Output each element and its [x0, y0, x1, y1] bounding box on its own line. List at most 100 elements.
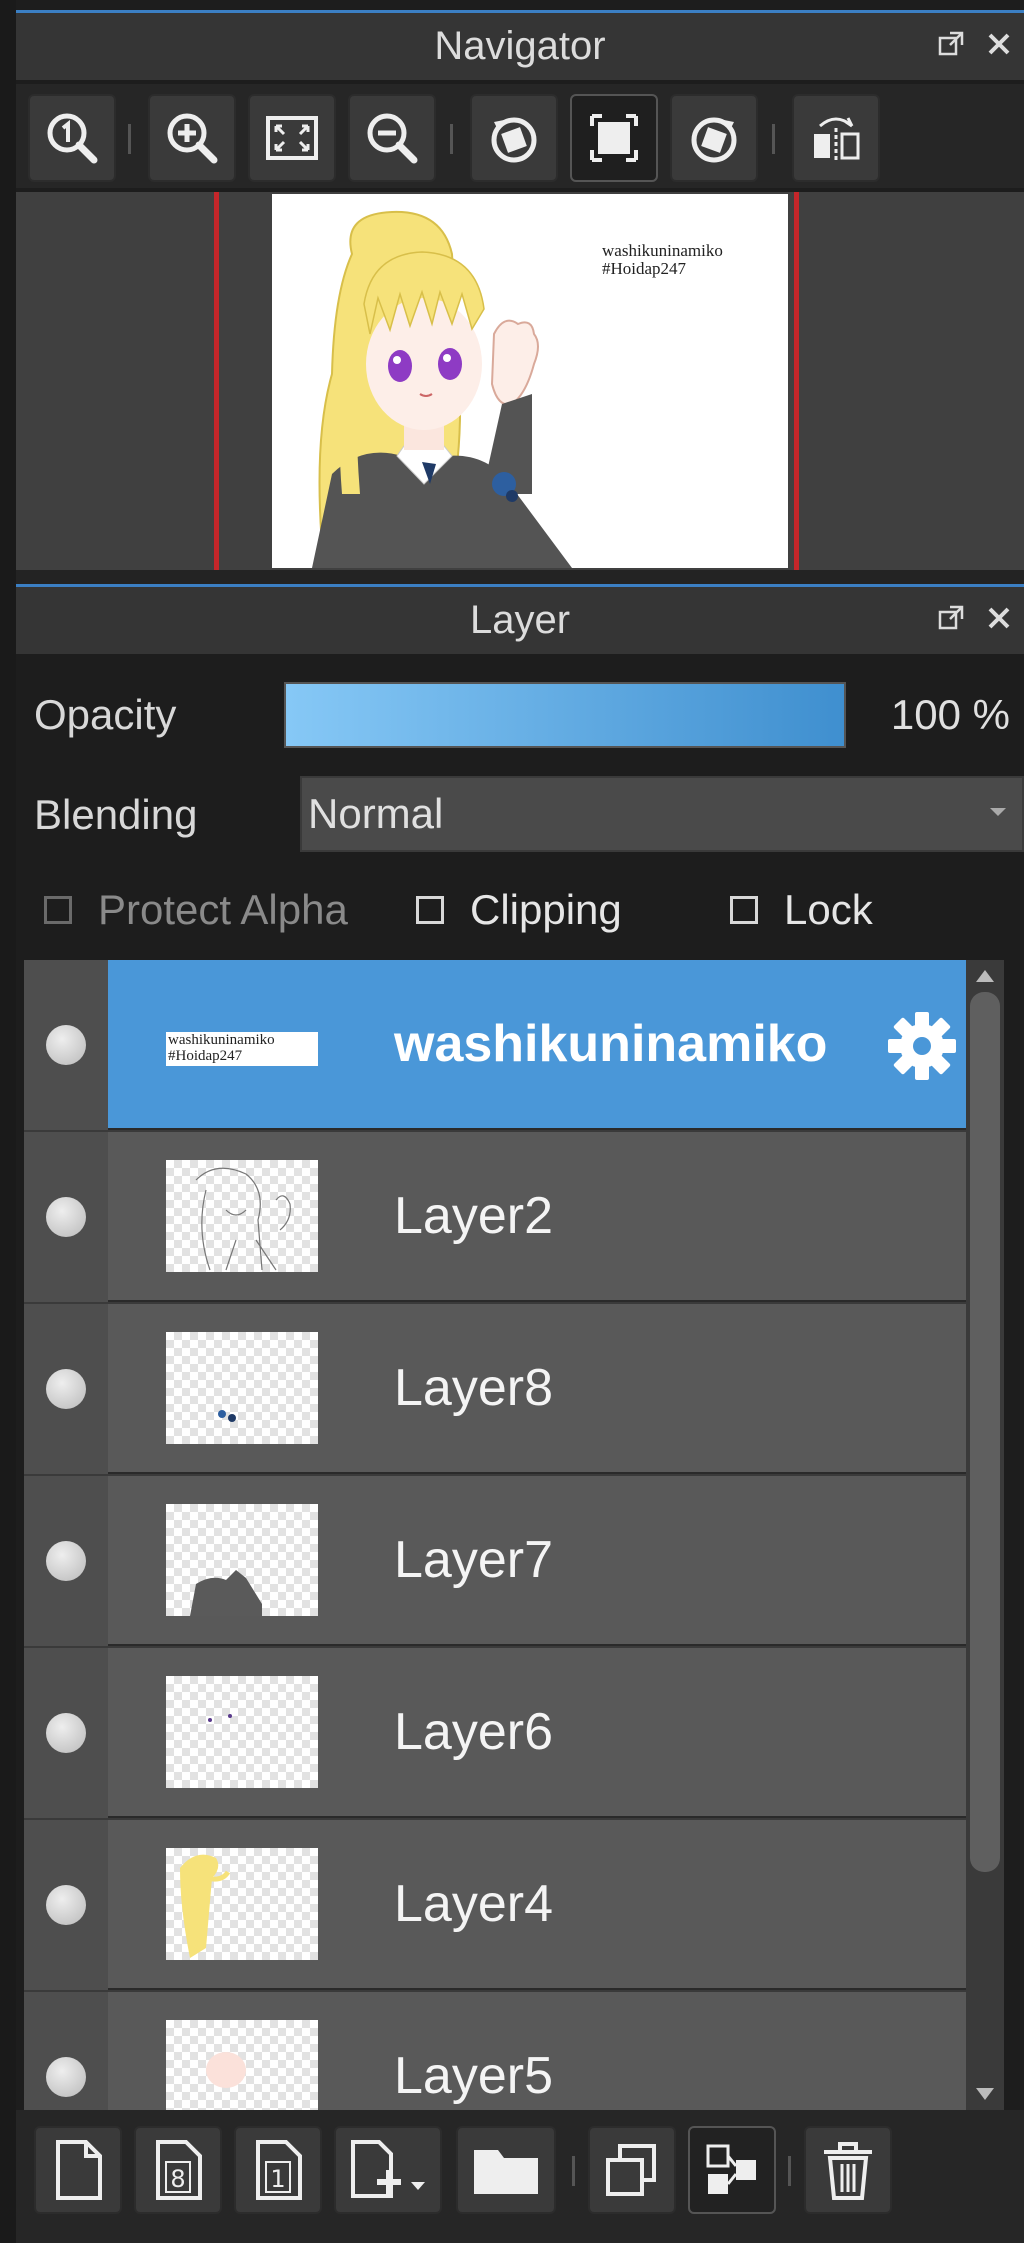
zoom-out-button[interactable] [348, 94, 436, 182]
new-page-icon [56, 2140, 102, 2200]
flip-horizontal-button[interactable] [792, 94, 880, 182]
canvas-preview-image: washikuninamiko #Hoidap247 [272, 194, 788, 568]
new-1bit-layer-button[interactable]: 1 [234, 2126, 322, 2214]
gear-icon[interactable] [886, 1010, 958, 1082]
layer-list-scrollbar[interactable] [966, 960, 1004, 2110]
protect-alpha-label: Protect Alpha [98, 886, 348, 933]
zoom-in-icon [167, 113, 218, 164]
layer-thumbnail [166, 1848, 318, 1960]
layer-thumbnail: washikuninamiko #Hoidap247 [166, 988, 318, 1100]
new-folder-button[interactable] [456, 2126, 556, 2214]
reset-view-icon [590, 114, 638, 162]
visibility-toggle[interactable] [46, 2057, 86, 2097]
visibility-column [24, 1820, 108, 1990]
opacity-label: Opacity [34, 691, 177, 738]
delete-layer-button[interactable] [804, 2126, 892, 2214]
layer-row-layer2[interactable]: Layer2 [24, 1132, 966, 1302]
zoom-actual-size-button[interactable] [28, 94, 116, 182]
reset-rotation-button[interactable] [570, 94, 658, 182]
layer-header: Layer [16, 584, 1024, 654]
lock-checkbox[interactable]: Lock [730, 886, 873, 934]
layer-row-layer7[interactable]: Layer7 [24, 1476, 966, 1646]
visibility-toggle[interactable] [46, 1197, 86, 1237]
scrollbar-thumb[interactable] [970, 992, 1000, 1872]
panel-divider [16, 570, 1024, 584]
blending-row: Blending Normal [16, 776, 1024, 854]
visibility-column [24, 1132, 108, 1302]
scroll-down-arrow-icon[interactable] [976, 2088, 994, 2100]
visibility-column [24, 960, 108, 1130]
scroll-up-arrow-icon[interactable] [976, 970, 994, 982]
layer-name: Layer5 [394, 2047, 553, 2105]
toolbar-separator [788, 2156, 791, 2186]
clipping-checkbox[interactable]: Clipping [416, 886, 622, 934]
layer-name: Layer4 [394, 1875, 553, 1933]
zoom-out-icon [367, 113, 418, 164]
duplicate-layer-button[interactable] [588, 2126, 676, 2214]
visibility-column [24, 1648, 108, 1818]
clipping-label: Clipping [470, 886, 622, 933]
layer-thumbnail [166, 2020, 318, 2110]
merge-layer-button[interactable] [688, 2126, 776, 2214]
thumb-text-line-1: washikuninamiko [168, 1032, 275, 1048]
svg-text:1: 1 [270, 2165, 285, 2193]
layer-row-layer5[interactable]: Layer5 [24, 1992, 966, 2110]
toolbar-separator [572, 2156, 575, 2186]
navigator-title: Navigator [434, 24, 606, 68]
toolbar-separator [772, 124, 775, 154]
navigator-preview[interactable]: washikuninamiko #Hoidap247 [16, 192, 1024, 570]
opacity-row: Opacity 100 % [16, 676, 1024, 754]
layer-title: Layer [469, 598, 571, 642]
checkbox-box [416, 896, 444, 924]
layer-name: Layer2 [394, 1187, 553, 1245]
layer-popout-icon[interactable] [936, 603, 966, 633]
folder-icon [474, 2150, 538, 2194]
navigator-header: Navigator [16, 10, 1024, 80]
new-8bit-layer-button[interactable]: 8 [134, 2126, 222, 2214]
flip-horizontal-icon [814, 117, 860, 162]
visibility-toggle[interactable] [46, 1369, 86, 1409]
visibility-column [24, 1992, 108, 2110]
layer-list: washikuninamiko #Hoidap247 washikuninami… [24, 960, 966, 2110]
watermark-line-1: washikuninamiko [602, 241, 723, 260]
layer-row-washikuninamiko[interactable]: washikuninamiko #Hoidap247 washikuninami… [24, 960, 966, 1130]
layer-row-layer8[interactable]: Layer8 [24, 1304, 966, 1474]
navigator-popout-icon[interactable] [936, 29, 966, 59]
trash-icon [824, 2142, 872, 2200]
watermark-line-2: #Hoidap247 [602, 259, 687, 278]
merge-down-icon [706, 2144, 756, 2194]
zoom-1-icon [47, 113, 98, 164]
canvas-border-left [214, 192, 219, 570]
blending-select[interactable]: Normal [300, 776, 1024, 852]
chevron-down-icon [990, 808, 1006, 816]
add-layer-dropdown-icon [351, 2140, 425, 2198]
8bit-layer-icon: 8 [156, 2140, 202, 2200]
rotate-right-icon [691, 117, 737, 163]
canvas-watermark-text: washikuninamiko #Hoidap247 [602, 242, 723, 278]
layer-name: Layer7 [394, 1531, 553, 1589]
protect-alpha-checkbox[interactable]: Protect Alpha [44, 886, 348, 934]
add-layer-menu-button[interactable] [334, 2126, 442, 2214]
navigator-close-icon[interactable] [984, 29, 1014, 59]
layer-thumbnail [166, 1332, 318, 1444]
opacity-slider[interactable] [284, 682, 846, 748]
layer-close-icon[interactable] [984, 603, 1014, 633]
visibility-column [24, 1304, 108, 1474]
rotate-left-button[interactable] [470, 94, 558, 182]
layer-row-layer4[interactable]: Layer4 [24, 1820, 966, 1990]
rotate-right-button[interactable] [670, 94, 758, 182]
fit-to-window-button[interactable] [248, 94, 336, 182]
visibility-toggle[interactable] [46, 1885, 86, 1925]
layer-thumbnail [166, 1676, 318, 1788]
new-layer-button[interactable] [34, 2126, 122, 2214]
checkbox-box [44, 896, 72, 924]
visibility-toggle[interactable] [46, 1541, 86, 1581]
visibility-toggle[interactable] [46, 1025, 86, 1065]
zoom-in-button[interactable] [148, 94, 236, 182]
layer-name: washikuninamiko [394, 1015, 828, 1073]
visibility-toggle[interactable] [46, 1713, 86, 1753]
canvas-border-right [794, 192, 799, 570]
thumb-text-line-2: #Hoidap247 [168, 1048, 243, 1064]
lock-label: Lock [784, 886, 873, 933]
layer-row-layer6[interactable]: Layer6 [24, 1648, 966, 1818]
